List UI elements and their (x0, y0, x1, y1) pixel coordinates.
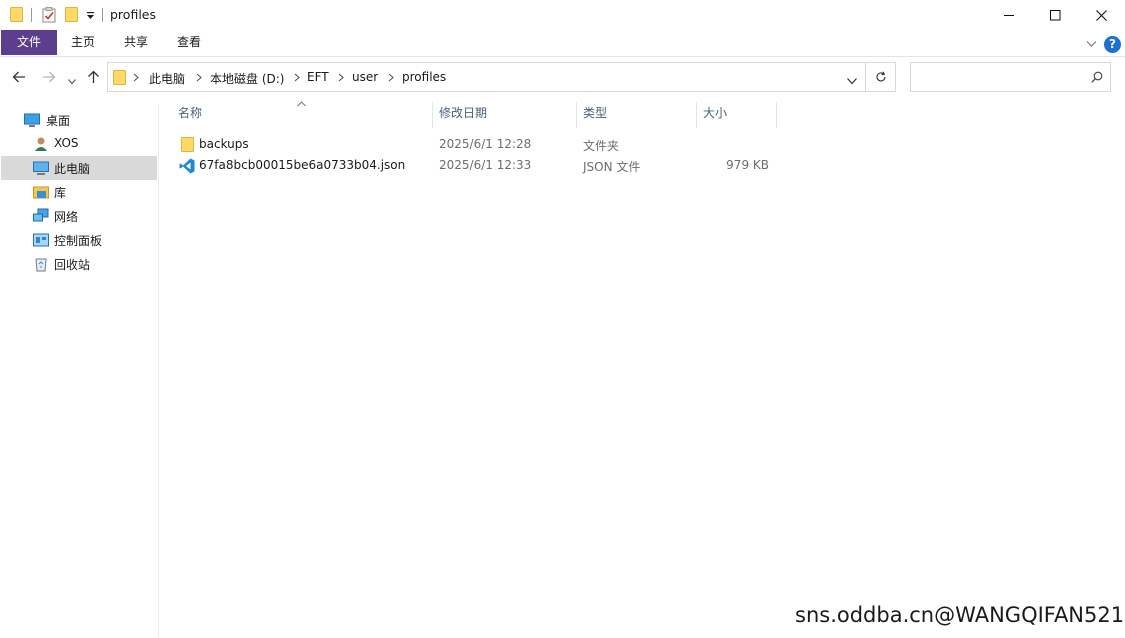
sidebar-item-recycle-bin[interactable]: 回收站 (1, 252, 157, 276)
file-name: backups (199, 137, 249, 151)
column-divider[interactable] (576, 102, 577, 128)
help-icon[interactable]: ? (1104, 36, 1121, 53)
minimize-button[interactable] (986, 0, 1032, 30)
back-button[interactable] (12, 70, 26, 87)
up-button[interactable] (87, 70, 100, 87)
minimize-icon (1003, 14, 1014, 16)
sidebar-item-xos[interactable]: XOS (1, 132, 157, 156)
navigation-pane: 桌面 XOS 此电脑 库 网络 控制面板 回收站 (0, 104, 159, 638)
column-divider[interactable] (432, 102, 433, 128)
tab-home[interactable]: 主页 (60, 30, 106, 55)
control-panel-icon (33, 232, 49, 248)
chevron-right-icon[interactable] (388, 71, 394, 85)
up-arrow-icon (88, 70, 99, 83)
new-folder-icon[interactable] (65, 7, 78, 22)
desktop-icon (24, 112, 40, 128)
breadcrumb-local-disk[interactable]: 本地磁盘 (D:) (210, 70, 284, 87)
sidebar-item-label: 网络 (54, 210, 79, 224)
watermark-text: sns.oddba.cn@WANGQIFAN5212 (795, 603, 1125, 627)
recent-locations-button[interactable] (68, 74, 76, 88)
window-title: profiles (110, 7, 156, 22)
column-header-size[interactable]: 大小 (703, 104, 727, 126)
library-icon (33, 184, 49, 200)
refresh-button[interactable] (866, 62, 896, 92)
search-icon (1091, 71, 1103, 86)
column-header-type[interactable]: 类型 (583, 104, 607, 126)
tab-file[interactable]: 文件 (1, 30, 57, 55)
sidebar-item-this-pc[interactable]: 此电脑 (1, 156, 157, 180)
computer-icon (33, 160, 49, 176)
recycle-bin-icon (33, 256, 49, 272)
file-size: 979 KB (726, 158, 769, 172)
close-icon (1095, 9, 1107, 21)
folder-icon (181, 137, 194, 152)
file-type: JSON 文件 (583, 160, 641, 174)
close-button[interactable] (1078, 0, 1124, 30)
table-row[interactable]: 67fa8bcb00015be6a0733b04.json 2025/6/1 1… (170, 155, 780, 176)
column-divider[interactable] (776, 102, 777, 128)
sidebar-item-label: XOS (54, 136, 79, 150)
column-header-name[interactable]: 名称 (178, 104, 202, 126)
sidebar-item-desktop[interactable]: 桌面 (1, 108, 157, 132)
breadcrumb-eft[interactable]: EFT (307, 70, 329, 84)
sidebar-item-library[interactable]: 库 (1, 180, 157, 204)
file-name: 67fa8bcb00015be6a0733b04.json (199, 158, 406, 172)
sidebar-item-label: 桌面 (46, 114, 71, 128)
address-row: 此电脑 本地磁盘 (D:) EFT user profiles (0, 62, 1125, 94)
maximize-icon (1049, 9, 1060, 20)
column-divider[interactable] (696, 102, 697, 128)
chevron-right-icon[interactable] (294, 71, 300, 85)
file-type: 文件夹 (583, 139, 620, 153)
forward-button[interactable] (42, 70, 56, 87)
folder-icon (10, 7, 23, 22)
column-header-modified[interactable]: 修改日期 (439, 104, 487, 126)
file-modified: 2025/6/1 12:33 (439, 158, 532, 172)
divider (31, 8, 32, 22)
sidebar-item-network[interactable]: 网络 (1, 204, 157, 228)
expand-ribbon-icon[interactable] (1086, 37, 1097, 51)
forward-arrow-icon (43, 71, 56, 83)
sidebar-item-label: 控制面板 (54, 234, 103, 248)
address-history-button[interactable] (847, 74, 857, 88)
user-icon (33, 136, 49, 152)
maximize-button[interactable] (1032, 0, 1078, 30)
sort-ascending-icon (297, 96, 306, 110)
vscode-json-icon (179, 158, 195, 177)
chevron-down-icon (68, 79, 76, 85)
search-input[interactable] (910, 62, 1111, 92)
sidebar-item-label: 回收站 (54, 258, 91, 272)
sidebar-item-label: 此电脑 (54, 162, 91, 176)
chevron-down-icon (847, 78, 857, 85)
table-row[interactable]: backups 2025/6/1 12:28 文件夹 (170, 134, 780, 155)
customize-dropdown-icon[interactable] (86, 10, 95, 24)
breadcrumb-user[interactable]: user (352, 70, 378, 84)
sidebar-item-control-panel[interactable]: 控制面板 (1, 228, 157, 252)
breadcrumb-this-pc[interactable]: 此电脑 (149, 70, 185, 87)
divider (102, 8, 103, 22)
file-modified: 2025/6/1 12:28 (439, 137, 532, 151)
tab-share[interactable]: 共享 (113, 30, 159, 55)
title-bar: profiles (0, 0, 1125, 30)
network-icon (33, 208, 49, 224)
address-bar[interactable]: 此电脑 本地磁盘 (D:) EFT user profiles (107, 62, 866, 92)
sidebar-item-label: 库 (54, 186, 67, 200)
breadcrumb-profiles[interactable]: profiles (402, 70, 446, 84)
back-arrow-icon (12, 71, 25, 83)
chevron-right-icon[interactable] (133, 71, 139, 85)
chevron-right-icon[interactable] (196, 71, 202, 85)
chevron-right-icon[interactable] (338, 71, 344, 85)
tab-view[interactable]: 查看 (166, 30, 212, 55)
folder-icon (113, 70, 126, 85)
properties-icon[interactable] (42, 7, 57, 26)
ribbon-tabs: 文件 主页 共享 查看 ? (0, 30, 1125, 57)
refresh-icon (876, 71, 886, 82)
